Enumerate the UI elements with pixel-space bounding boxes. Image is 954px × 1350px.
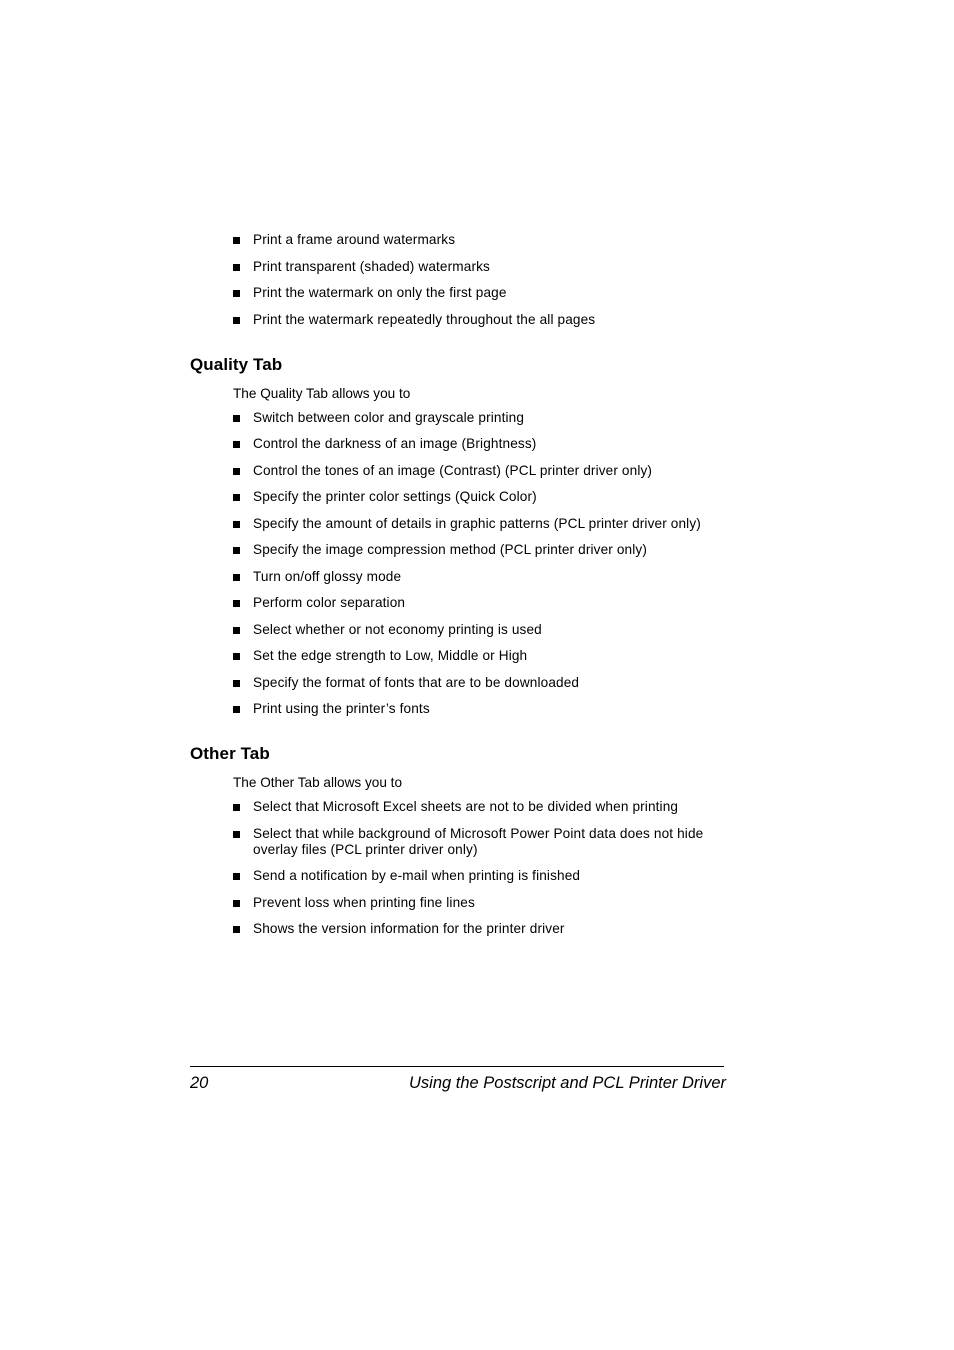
list-item-label: Print the watermark repeatedly throughou… <box>253 311 596 327</box>
square-bullet-icon <box>233 679 240 687</box>
square-bullet-icon <box>233 494 240 501</box>
section-bullet-list: Select that Microsoft Excel sheets are n… <box>190 799 750 937</box>
square-bullet-icon <box>233 830 240 838</box>
list-item-label: Turn on/off glossy mode <box>253 568 402 584</box>
square-bullet-icon <box>233 467 240 475</box>
watermark-bullet-list: Print a frame around watermarks Print tra… <box>190 232 750 328</box>
list-item: Specify the amount of details in graphic… <box>190 516 750 532</box>
square-bullet-icon <box>233 441 240 448</box>
list-item-label: Print using the printer’s fonts <box>253 701 430 716</box>
list-item-label: Control the darkness of an image (Bright… <box>253 436 537 451</box>
list-item-label: Prevent loss when printing fine lines <box>253 894 475 910</box>
square-bullet-icon <box>233 653 240 660</box>
square-bullet-icon <box>233 573 240 581</box>
square-bullet-icon <box>233 316 240 324</box>
list-item-label: Select that Microsoft Excel sheets are n… <box>253 799 679 814</box>
footer-row: 20 Using the Postscript and PCL Printer … <box>190 1071 726 1103</box>
square-bullet-icon <box>233 600 240 607</box>
list-item: Print transparent (shaded) watermarks <box>190 259 750 275</box>
list-item: Print a frame around watermarks <box>190 232 750 248</box>
square-bullet-icon <box>233 899 240 907</box>
footer-chapter-title: Using the Postscript and PCL Printer Dri… <box>409 1074 726 1092</box>
list-item: Select that while background of Microsof… <box>190 826 750 858</box>
list-item: Print using the printer’s fonts <box>190 701 750 717</box>
list-item-label: Print transparent (shaded) watermarks <box>253 258 490 274</box>
section-heading: Quality Tab <box>190 354 283 374</box>
document-page: Print a frame around watermarks Print tra… <box>0 0 954 1350</box>
list-item-label: Set the edge strength to Low, Middle or … <box>253 648 528 663</box>
list-item-label: Specify the image compression method (PC… <box>253 542 648 557</box>
footer-page-number: 20 <box>190 1074 209 1092</box>
list-item: Prevent loss when printing fine lines <box>190 895 750 911</box>
list-item: Specify the image compression method (PC… <box>190 542 750 558</box>
footer-divider <box>190 1066 724 1067</box>
list-item: Send a notification by e-mail when print… <box>190 868 750 884</box>
list-item: Control the tones of an image (Contrast)… <box>190 463 750 479</box>
list-item: Print the watermark on only the first pa… <box>190 285 750 301</box>
list-item: Print the watermark repeatedly throughou… <box>190 312 750 328</box>
square-bullet-icon <box>233 626 240 634</box>
section-intro-text: The Quality Tab allows you to <box>233 385 411 401</box>
square-bullet-icon <box>233 804 240 811</box>
document-section: Other Tab The Other Tab allows you to Sele… <box>190 717 750 937</box>
section-heading: Other Tab <box>190 744 270 763</box>
square-bullet-icon <box>233 706 240 713</box>
list-item-label: Specify the amount of details in graphic… <box>253 515 701 531</box>
square-bullet-icon <box>233 873 240 880</box>
list-item-label: Send a notification by e-mail when print… <box>253 868 581 883</box>
list-item-label: Select whether or not economy printing i… <box>253 621 542 637</box>
list-item: Specify the format of fonts that are to … <box>190 675 750 691</box>
section-intro-text: The Other Tab allows you to <box>233 775 403 790</box>
page-content: Print a frame around watermarks Print tra… <box>190 232 750 937</box>
list-item-label: Print a frame around watermarks <box>253 232 456 247</box>
square-bullet-icon <box>233 547 240 554</box>
square-bullet-icon <box>233 263 240 271</box>
list-item: Control the darkness of an image (Bright… <box>190 436 750 452</box>
list-item: Set the edge strength to Low, Middle or … <box>190 648 750 664</box>
sections-container: Quality Tab The Quality Tab allows you to… <box>190 328 750 938</box>
list-item-label: Switch between color and grayscale print… <box>253 409 525 425</box>
list-item: Switch between color and grayscale print… <box>190 410 750 426</box>
list-item-label: Specify the format of fonts that are to … <box>253 674 580 690</box>
section-bullet-list: Switch between color and grayscale print… <box>190 410 750 718</box>
list-item: Specify the printer color settings (Quic… <box>190 489 750 505</box>
list-item-label: Select that while background of Microsof… <box>253 825 704 857</box>
square-bullet-icon <box>233 926 240 933</box>
list-item: Shows the version information for the pr… <box>190 921 750 937</box>
list-item: Turn on/off glossy mode <box>190 569 750 585</box>
document-section: Quality Tab The Quality Tab allows you to… <box>190 328 750 718</box>
square-bullet-icon <box>233 290 240 297</box>
list-item: Perform color separation <box>190 595 750 611</box>
list-item: Select whether or not economy printing i… <box>190 622 750 638</box>
list-item-label: Perform color separation <box>253 595 406 610</box>
list-item-label: Control the tones of an image (Contrast)… <box>253 462 653 478</box>
list-item-label: Specify the printer color settings (Quic… <box>253 489 537 504</box>
list-item-label: Print the watermark on only the first pa… <box>253 285 507 300</box>
list-item: Select that Microsoft Excel sheets are n… <box>190 799 750 815</box>
square-bullet-icon <box>233 414 240 422</box>
square-bullet-icon <box>233 520 240 528</box>
square-bullet-icon <box>233 237 240 244</box>
list-item-label: Shows the version information for the pr… <box>253 921 565 936</box>
page-footer: 20 Using the Postscript and PCL Printer … <box>190 1066 726 1103</box>
